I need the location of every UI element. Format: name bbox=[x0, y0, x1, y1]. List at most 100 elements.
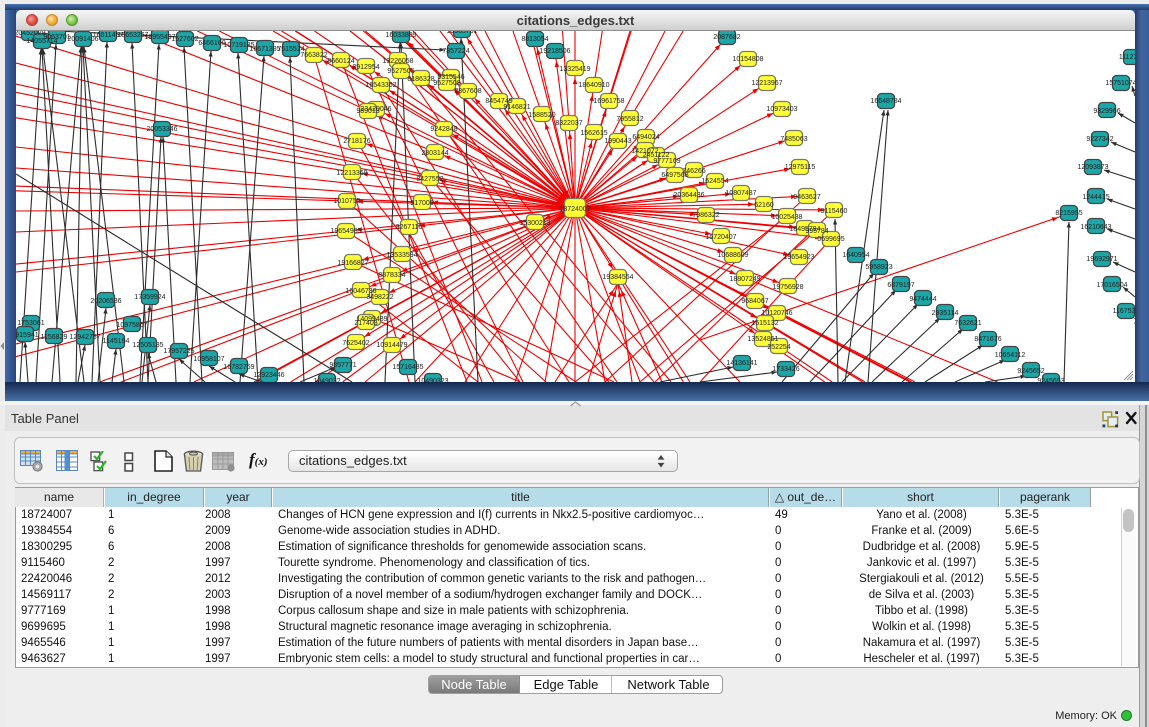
svg-text:5958923: 5958923 bbox=[865, 264, 892, 271]
svg-text:1624554: 1624554 bbox=[701, 178, 728, 185]
svg-text:8186328: 8186328 bbox=[407, 76, 434, 83]
svg-text:3915941: 3915941 bbox=[16, 332, 39, 339]
svg-text:1112705: 1112705 bbox=[1119, 54, 1135, 61]
svg-text:16033809: 16033809 bbox=[385, 32, 416, 39]
svg-text:8912954: 8912954 bbox=[352, 64, 379, 71]
svg-text:995784: 995784 bbox=[805, 228, 828, 235]
svg-text:9857771: 9857771 bbox=[329, 362, 356, 369]
svg-text:12975115: 12975115 bbox=[785, 164, 816, 171]
svg-text:6466160: 6466160 bbox=[198, 40, 225, 47]
svg-text:20053346: 20053346 bbox=[146, 126, 177, 133]
svg-text:9527508: 9527508 bbox=[433, 80, 460, 87]
svg-text:20452029: 20452029 bbox=[16, 31, 46, 37]
svg-text:9245653: 9245653 bbox=[1037, 378, 1064, 382]
svg-text:1049032: 1049032 bbox=[313, 378, 340, 382]
svg-text:13533594: 13533594 bbox=[386, 252, 417, 259]
svg-text:9329966: 9329966 bbox=[1093, 108, 1120, 115]
svg-text:1145194: 1145194 bbox=[103, 338, 130, 345]
svg-text:13325419: 13325419 bbox=[559, 66, 590, 73]
svg-text:10975867: 10975867 bbox=[116, 322, 147, 329]
svg-text:18565731: 18565731 bbox=[446, 31, 477, 35]
svg-text:2935114: 2935114 bbox=[932, 310, 959, 317]
svg-text:9777169: 9777169 bbox=[653, 158, 680, 165]
svg-text:0699695: 0699695 bbox=[817, 236, 844, 243]
svg-text:1990443: 1990443 bbox=[604, 138, 631, 145]
svg-text:8878334: 8878334 bbox=[378, 272, 405, 279]
svg-text:19654985: 19654985 bbox=[330, 228, 361, 235]
svg-text:20364436: 20364436 bbox=[673, 192, 704, 199]
svg-text:3267110: 3267110 bbox=[396, 224, 423, 231]
svg-text:9115460: 9115460 bbox=[821, 208, 848, 215]
svg-text:10914479: 10914479 bbox=[376, 342, 407, 349]
svg-text:217403: 217403 bbox=[354, 320, 377, 327]
svg-text:1167533: 1167533 bbox=[1113, 308, 1135, 315]
svg-text:6497568: 6497568 bbox=[661, 172, 688, 179]
svg-text:17359924: 17359924 bbox=[134, 294, 165, 301]
svg-text:18724007: 18724007 bbox=[559, 206, 590, 213]
svg-text:10490323: 10490323 bbox=[417, 378, 448, 382]
svg-text:9527505: 9527505 bbox=[387, 68, 414, 75]
svg-text:1244415: 1244415 bbox=[1082, 194, 1109, 201]
svg-text:7485063: 7485063 bbox=[780, 136, 807, 143]
svg-text:16648784: 16648784 bbox=[870, 98, 901, 105]
svg-text:15300213: 15300213 bbox=[519, 220, 550, 227]
svg-text:20206536: 20206536 bbox=[90, 298, 121, 305]
svg-text:19692971: 19692971 bbox=[1086, 256, 1117, 263]
svg-text:9474444: 9474444 bbox=[909, 296, 936, 303]
svg-text:10958107: 10958107 bbox=[193, 356, 224, 363]
svg-text:16210643: 16210643 bbox=[1080, 224, 1111, 231]
svg-text:14136141: 14136141 bbox=[726, 360, 757, 367]
svg-text:10654112: 10654112 bbox=[995, 352, 1026, 359]
svg-text:1733426: 1733426 bbox=[772, 366, 799, 373]
svg-text:1527602: 1527602 bbox=[171, 36, 198, 43]
svg-text:19756928: 19756928 bbox=[772, 284, 803, 291]
svg-text:9146821: 9146821 bbox=[503, 104, 530, 111]
svg-text:19384554: 19384554 bbox=[602, 274, 633, 281]
svg-text:12093873: 12093873 bbox=[1077, 164, 1108, 171]
svg-text:8660124: 8660124 bbox=[327, 58, 354, 65]
svg-text:1640954: 1640954 bbox=[842, 252, 869, 259]
svg-text:7663822: 7663822 bbox=[300, 52, 327, 59]
svg-text:10154808: 10154808 bbox=[732, 56, 763, 63]
svg-text:8322037: 8322037 bbox=[555, 120, 582, 127]
svg-text:12942757: 12942757 bbox=[69, 334, 100, 341]
svg-text:252254: 252254 bbox=[767, 344, 790, 351]
svg-text:15716485: 15716485 bbox=[392, 364, 423, 371]
svg-text:6879197: 6879197 bbox=[887, 282, 914, 289]
svg-text:2087682: 2087682 bbox=[713, 34, 740, 41]
svg-text:7632621: 7632621 bbox=[954, 320, 981, 327]
svg-text:10973403: 10973403 bbox=[766, 106, 797, 113]
svg-text:16543362: 16543362 bbox=[365, 82, 396, 89]
svg-text:16782759: 16782759 bbox=[223, 364, 254, 371]
svg-text:1615132: 1615132 bbox=[751, 320, 778, 327]
svg-text:917006: 917006 bbox=[410, 200, 433, 207]
svg-text:12923446: 12923446 bbox=[253, 372, 284, 379]
svg-text:7955812: 7955812 bbox=[616, 116, 643, 123]
svg-text:16961758: 16961758 bbox=[593, 98, 624, 105]
svg-text:12213369: 12213369 bbox=[336, 170, 367, 177]
svg-text:10807487: 10807487 bbox=[725, 190, 756, 197]
svg-text:15720407: 15720407 bbox=[705, 234, 736, 241]
svg-text:12213967: 12213967 bbox=[751, 80, 782, 87]
svg-text:2718176: 2718176 bbox=[343, 138, 370, 145]
svg-text:15751074: 15751074 bbox=[1105, 80, 1135, 87]
svg-text:9242848: 9242848 bbox=[430, 126, 457, 133]
svg-text:18640910: 18640910 bbox=[578, 82, 609, 89]
svg-text:7625402: 7625402 bbox=[342, 340, 369, 347]
svg-text:8813054: 8813054 bbox=[521, 36, 548, 43]
svg-text:989013: 989013 bbox=[356, 108, 379, 115]
svg-text:2803144: 2803144 bbox=[421, 150, 448, 157]
svg-text:8427552: 8427552 bbox=[416, 176, 443, 183]
svg-text:9463627: 9463627 bbox=[793, 194, 820, 201]
svg-text:7986322: 7986322 bbox=[692, 212, 719, 219]
svg-text:9227342: 9227342 bbox=[1086, 136, 1113, 143]
svg-text:6494024: 6494024 bbox=[632, 134, 659, 141]
svg-text:8215955: 8215955 bbox=[1055, 210, 1082, 217]
svg-text:62160: 62160 bbox=[754, 202, 774, 209]
svg-text:2867608: 2867608 bbox=[454, 88, 481, 95]
svg-text:1562615: 1562615 bbox=[580, 130, 607, 137]
svg-text:9684067: 9684067 bbox=[741, 298, 768, 305]
svg-text:8471676: 8471676 bbox=[974, 336, 1001, 343]
svg-text:1010755: 1010755 bbox=[333, 198, 360, 205]
svg-text:1156829: 1156829 bbox=[41, 334, 68, 341]
